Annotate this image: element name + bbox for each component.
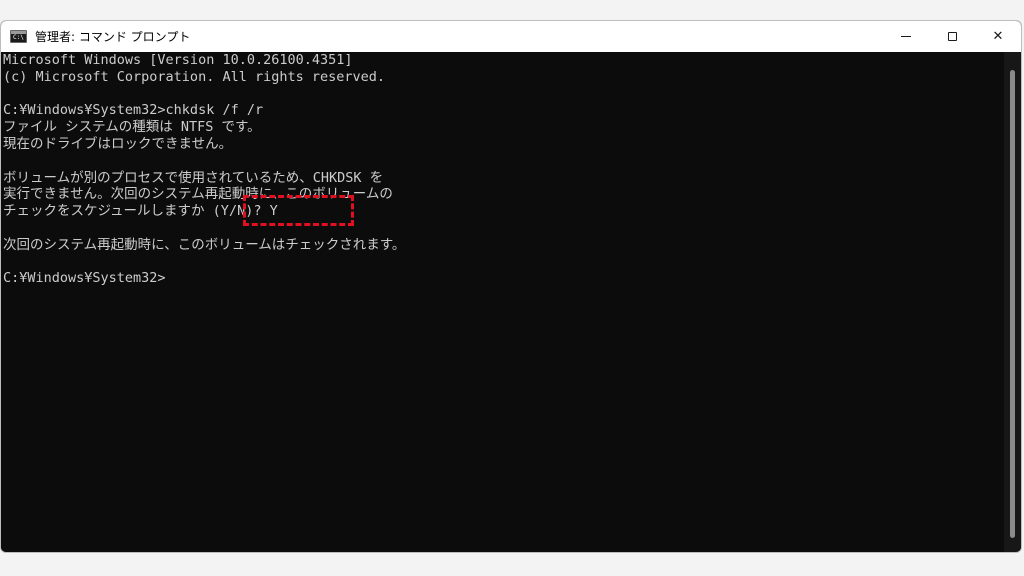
console-line: 実行できません。次回のシステム再起動時に、このボリュームの [3, 186, 393, 203]
window-title: 管理者: コマンド プロンプト [35, 30, 191, 44]
maximize-button[interactable] [929, 21, 975, 52]
minimize-button[interactable] [883, 21, 929, 52]
scrollbar-thumb[interactable] [1010, 70, 1015, 538]
cmd-app-icon[interactable]: C:\ [10, 30, 27, 43]
console-line: (c) Microsoft Corporation. All rights re… [3, 68, 386, 85]
maximize-icon [947, 32, 957, 41]
cmd-icon-glyph: C:\ [13, 34, 24, 41]
close-icon: ✕ [992, 29, 1004, 44]
console-line: 次回のシステム再起動時に、このボリュームはチェックされます。 [3, 236, 406, 253]
console-line: チェックをスケジュールしますか (Y/N)? Y [3, 203, 278, 220]
console-line: C:¥Windows¥System32>chkdsk /f /r [3, 102, 264, 119]
command-prompt-window: C:\ 管理者: コマンド プロンプト ✕ Microsoft Windows … [0, 20, 1022, 553]
console-line: ファイル システムの種類は NTFS です。 [3, 119, 261, 136]
console-output[interactable]: Microsoft Windows [Version 10.0.26100.43… [1, 52, 1005, 552]
vertical-scrollbar[interactable] [1004, 52, 1021, 552]
console-line: Microsoft Windows [Version 10.0.26100.43… [3, 52, 353, 68]
title-bar[interactable]: C:\ 管理者: コマンド プロンプト ✕ [1, 21, 1021, 52]
console-line: 現在のドライブはロックできません。 [3, 135, 233, 152]
console-line: ボリュームが別のプロセスで使用されているため、CHKDSK を [3, 169, 384, 186]
annotation-highlight-box [243, 195, 354, 226]
minimize-icon [901, 36, 911, 37]
console-prompt-line: C:¥Windows¥System32> [3, 270, 166, 287]
close-button[interactable]: ✕ [975, 21, 1021, 52]
